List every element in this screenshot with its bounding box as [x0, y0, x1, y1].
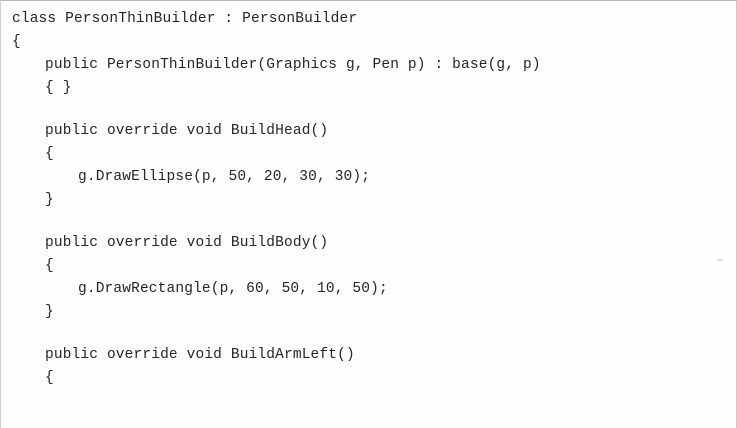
build-head-signature-line: public override void BuildHead()	[45, 123, 329, 139]
draw-rectangle-line: g.DrawRectangle(p, 60, 50, 10, 50);	[78, 281, 388, 297]
build-arm-left-signature-line: public override void BuildArmLeft()	[45, 347, 355, 363]
build-head-open-brace-line: {	[45, 146, 54, 162]
constructor-signature-line: public PersonThinBuilder(Graphics g, Pen…	[45, 57, 541, 73]
class-declaration-line: class PersonThinBuilder : PersonBuilder	[12, 11, 358, 27]
build-body-close-brace-line: }	[45, 304, 54, 320]
scan-speck	[718, 259, 722, 261]
constructor-body-line: { }	[45, 80, 72, 96]
build-body-signature-line: public override void BuildBody()	[45, 235, 329, 251]
code-block: class PersonThinBuilder : PersonBuilder …	[12, 8, 732, 390]
draw-ellipse-line: g.DrawEllipse(p, 50, 20, 30, 30);	[78, 169, 371, 185]
build-head-close-brace-line: }	[45, 192, 54, 208]
build-body-open-brace-line: {	[45, 258, 54, 274]
class-open-brace-line: {	[12, 34, 21, 50]
code-listing-panel: class PersonThinBuilder : PersonBuilder …	[0, 0, 737, 428]
build-arm-left-open-brace-line: {	[45, 370, 54, 386]
